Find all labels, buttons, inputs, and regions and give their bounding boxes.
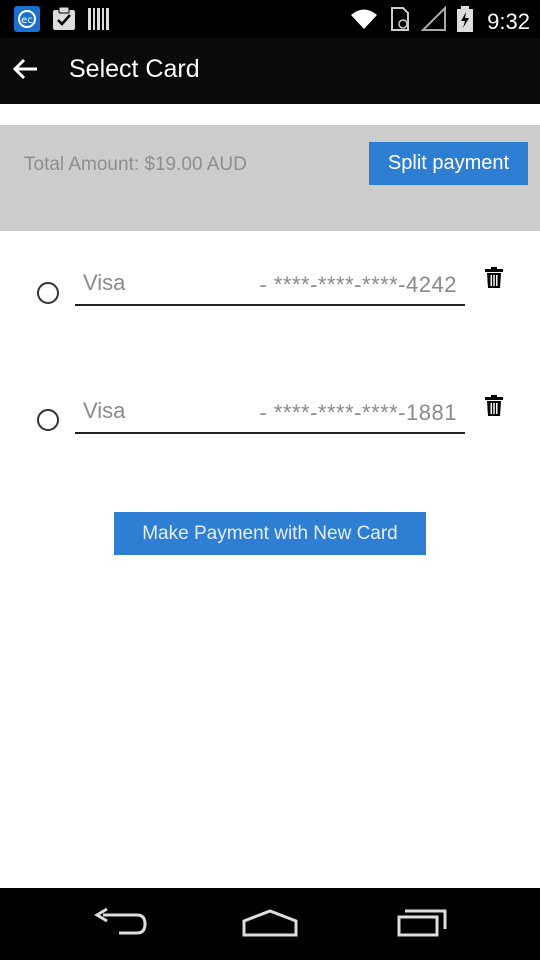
app-bar: Select Card: [0, 38, 540, 104]
card-number: - ****-****-****-1881: [259, 400, 457, 425]
sim-icon: [389, 6, 411, 37]
status-time: 9:32: [487, 8, 530, 34]
card-row: Visa - ****-****-****-1881: [0, 390, 540, 460]
recents-nav-button[interactable]: [392, 906, 450, 942]
page-title: Select Card: [69, 55, 200, 83]
payment-summary: Total Amount: $19.00 AUD Split payment: [0, 125, 540, 231]
card-number: - ****-****-****-4242: [259, 272, 457, 297]
card-field[interactable]: Visa - ****-****-****-4242: [75, 268, 465, 306]
navigation-bar: [0, 888, 540, 960]
card-row: Visa - ****-****-****-4242: [0, 262, 540, 332]
card-field[interactable]: Visa - ****-****-****-1881: [75, 396, 465, 434]
total-amount: Total Amount: $19.00 AUD: [24, 154, 247, 175]
split-payment-button[interactable]: Split payment: [369, 142, 528, 185]
status-left-icons: ec: [14, 6, 110, 37]
recents-nav-icon: [394, 907, 448, 942]
card-brand: Visa: [83, 270, 126, 295]
status-bar: ec 9:32: [0, 0, 540, 38]
clipboard-check-icon: [52, 6, 76, 37]
new-card-payment-button[interactable]: Make Payment with New Card: [114, 512, 426, 555]
trash-icon[interactable]: [485, 395, 503, 417]
back-button[interactable]: [8, 54, 42, 88]
arrow-back-icon: [11, 57, 39, 86]
wifi-icon: [349, 7, 379, 36]
trash-icon[interactable]: [485, 267, 503, 289]
app-icon: ec: [14, 6, 40, 37]
svg-text:ec: ec: [21, 15, 33, 26]
home-nav-icon: [241, 907, 299, 942]
card-brand: Visa: [83, 398, 126, 423]
status-right-icons: 9:32: [349, 5, 530, 37]
home-nav-button[interactable]: [240, 906, 300, 942]
back-nav-icon: [93, 907, 147, 942]
barcode-icon: [88, 7, 110, 36]
signal-icon: [420, 5, 447, 37]
battery-charging-icon: [457, 6, 474, 37]
back-nav-button[interactable]: [92, 906, 148, 942]
card-radio[interactable]: [37, 409, 59, 431]
card-radio[interactable]: [37, 282, 59, 304]
